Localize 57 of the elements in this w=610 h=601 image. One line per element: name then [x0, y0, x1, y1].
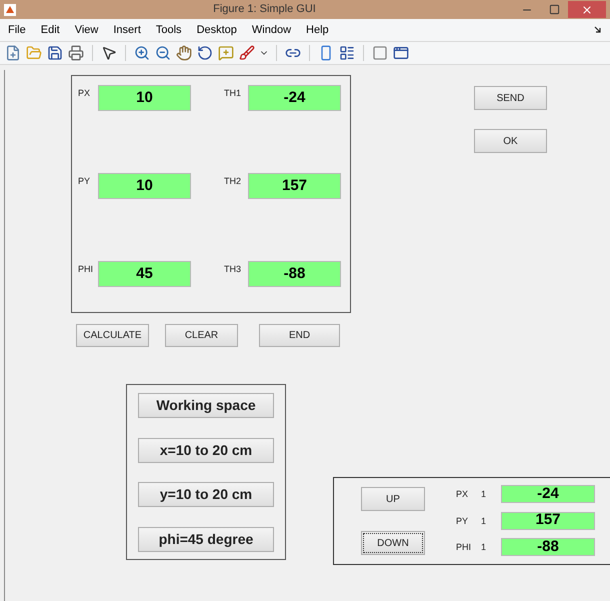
readout-field[interactable]: 157: [501, 512, 595, 530]
field-label: PHI: [78, 263, 94, 276]
field-label: PY: [78, 175, 90, 188]
action-button[interactable]: CALCULATE: [76, 324, 149, 347]
legend-icon[interactable]: [338, 44, 356, 62]
side-button[interactable]: SEND: [474, 86, 547, 110]
step-value: 1: [481, 541, 486, 554]
readout-field[interactable]: -24: [501, 485, 595, 503]
value-field[interactable]: 10: [98, 85, 191, 111]
zoom-out-icon[interactable]: [154, 44, 172, 62]
zoom-in-icon[interactable]: [133, 44, 151, 62]
step-value: 1: [481, 488, 486, 501]
menu-item[interactable]: Help: [306, 22, 329, 38]
square-icon[interactable]: [371, 44, 389, 62]
value-field[interactable]: 157: [248, 173, 341, 199]
new-file-icon[interactable]: [4, 44, 22, 62]
close-button[interactable]: [568, 1, 606, 18]
field-label: TH3: [224, 263, 242, 276]
value-field[interactable]: 10: [98, 173, 191, 199]
readout-label: PX: [456, 488, 468, 501]
info-button[interactable]: phi=45 degree: [138, 526, 274, 552]
info-button[interactable]: Working space: [138, 393, 274, 418]
brush-icon[interactable]: [238, 44, 256, 62]
step-value: 1: [481, 514, 486, 528]
maximize-icon[interactable]: [549, 4, 560, 15]
action-button[interactable]: CLEAR: [165, 324, 238, 347]
window-icon[interactable]: [392, 44, 410, 62]
value-field[interactable]: -88: [248, 261, 341, 287]
printer-icon[interactable]: [67, 44, 85, 62]
pointer-icon[interactable]: [100, 44, 118, 62]
save-icon[interactable]: [46, 44, 64, 62]
hand-icon[interactable]: [175, 44, 193, 62]
info-button[interactable]: x=10 to 20 cm: [138, 438, 274, 462]
field-label: TH1: [224, 87, 242, 100]
value-field[interactable]: -24: [248, 85, 341, 111]
jog-button[interactable]: DOWN: [361, 531, 425, 555]
readout-field[interactable]: -88: [501, 538, 595, 556]
action-button[interactable]: END: [259, 324, 340, 347]
info-button[interactable]: y=10 to 20 cm: [138, 482, 274, 507]
menu-item[interactable]: File: [8, 22, 26, 38]
field-label: PX: [78, 87, 90, 100]
close-icon: [581, 4, 593, 16]
field-label: TH2: [224, 175, 242, 188]
readout-label: PHI: [456, 541, 472, 554]
dock-arrow-icon[interactable]: [594, 26, 602, 34]
rotate-icon[interactable]: [196, 44, 214, 62]
jog-button[interactable]: UP: [361, 487, 425, 511]
menu-item[interactable]: Tools: [156, 22, 182, 38]
menu-item[interactable]: Edit: [40, 22, 60, 38]
window-title: Figure 1: Simple GUI: [212, 2, 317, 18]
menu-item[interactable]: Desktop: [196, 22, 237, 38]
menu-item[interactable]: Insert: [113, 22, 141, 38]
side-button[interactable]: OK: [474, 129, 547, 153]
readout-label: PY: [456, 514, 468, 528]
value-field[interactable]: 45: [98, 261, 191, 287]
menu-item[interactable]: View: [74, 22, 98, 38]
menu-item[interactable]: Window: [252, 22, 292, 38]
